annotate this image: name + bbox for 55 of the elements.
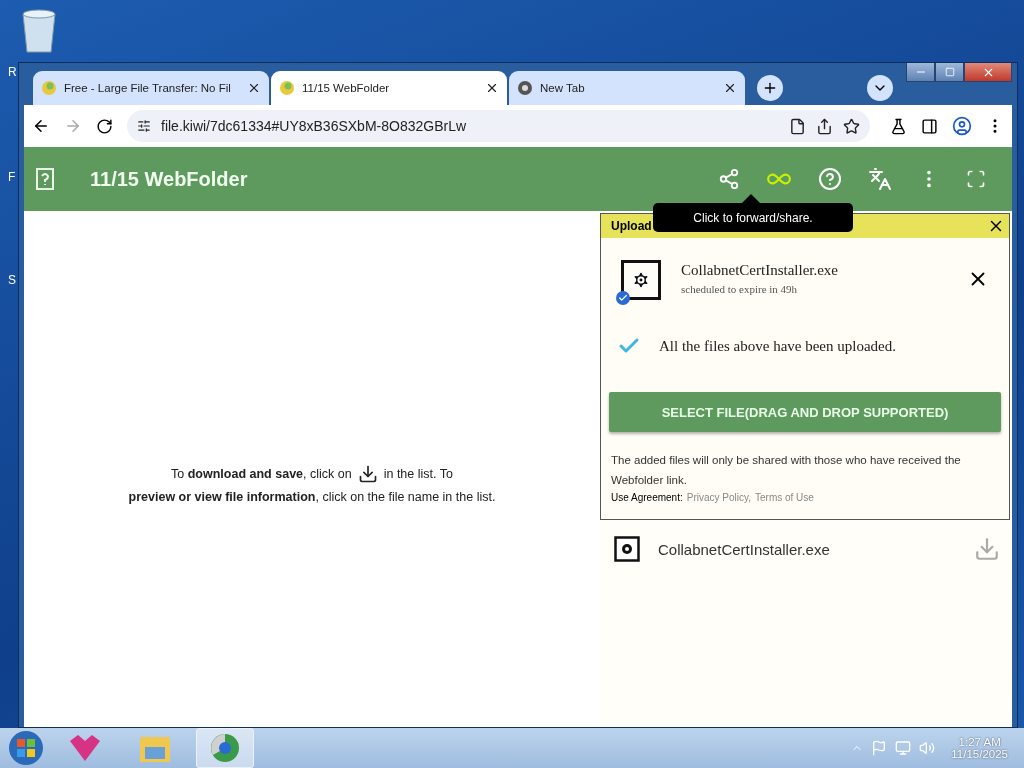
file-row[interactable]: CollabnetCertInstaller.exe — [600, 531, 1012, 567]
status-text: All the files above have been uploaded. — [659, 337, 896, 355]
file-icon — [614, 536, 640, 562]
browser-tab[interactable]: New Tab — [509, 71, 745, 105]
reload-icon[interactable] — [96, 117, 113, 135]
flask-icon[interactable] — [890, 117, 907, 135]
expiry-text: scheduled to expire in 49h — [681, 283, 799, 295]
app-title: 11/15 WebFolder — [90, 167, 249, 191]
site-icon — [279, 80, 295, 96]
recycle-bin-icon[interactable] — [20, 8, 58, 53]
hint-text: To download and save, click on — [171, 467, 352, 481]
hint-text: in the list. To — [383, 467, 453, 481]
new-tab-button[interactable] — [757, 75, 783, 101]
taskbar-app[interactable] — [196, 728, 254, 768]
page-icon[interactable] — [789, 117, 806, 135]
file-name: CollabnetCertInstaller.exe — [681, 262, 840, 279]
maximize-icon — [944, 67, 955, 77]
start-button[interactable] — [8, 730, 44, 766]
policy-link[interactable]: Privacy Policy, — [686, 492, 751, 503]
agreement-label: Use Agreement: — [611, 492, 683, 503]
panel-title: Upload — [611, 219, 652, 233]
side-panel-icon[interactable] — [921, 117, 938, 135]
share-icon[interactable] — [816, 117, 833, 135]
note-text: The added files will only be shared with those who have received the Webfolder link. — [611, 453, 962, 488]
browser-icon — [210, 733, 240, 763]
desktop-label: R — [8, 65, 17, 79]
bookmark-icon[interactable] — [843, 117, 860, 135]
translate-icon[interactable] — [868, 167, 892, 191]
hint-text: preview or view file information, click on the file name in the list. — [128, 490, 496, 504]
gear-icon — [631, 270, 651, 290]
browser-icon — [517, 80, 533, 96]
close-button[interactable] — [964, 63, 1012, 82]
maximize-button[interactable] — [935, 63, 964, 82]
address-bar[interactable]: file.kiwi/7dc61334#UY8xB36SXbM-8O832GBrLw — [127, 110, 870, 142]
browser-tab[interactable]: Free - Large File Transfer: No Fil — [33, 71, 269, 105]
site-settings-icon[interactable] — [137, 119, 151, 133]
browser-tab[interactable]: 11/15 WebFolder — [271, 71, 507, 105]
plus-icon — [762, 80, 778, 96]
close-icon[interactable] — [247, 81, 261, 95]
tooltip: Click to forward/share. — [653, 203, 853, 232]
profile-icon[interactable] — [952, 116, 972, 136]
tab-search-button[interactable] — [867, 75, 893, 101]
file-name[interactable]: CollabnetCertInstaller.exe — [658, 540, 956, 558]
desktop-label: S — [8, 273, 16, 287]
download-icon — [357, 464, 378, 484]
help-icon[interactable] — [818, 167, 842, 191]
back-icon[interactable] — [32, 117, 50, 135]
fullscreen-icon[interactable] — [966, 169, 986, 189]
close-icon[interactable] — [485, 81, 499, 95]
desktop-label: F — [8, 170, 16, 184]
url-text: file.kiwi/7dc61334#UY8xB36SXbM-8O832GBrLw — [161, 118, 468, 134]
policy-link[interactable]: Terms of Use — [755, 492, 814, 503]
site-icon — [41, 80, 57, 96]
minimize-button[interactable] — [906, 63, 935, 82]
close-icon[interactable] — [723, 81, 737, 95]
